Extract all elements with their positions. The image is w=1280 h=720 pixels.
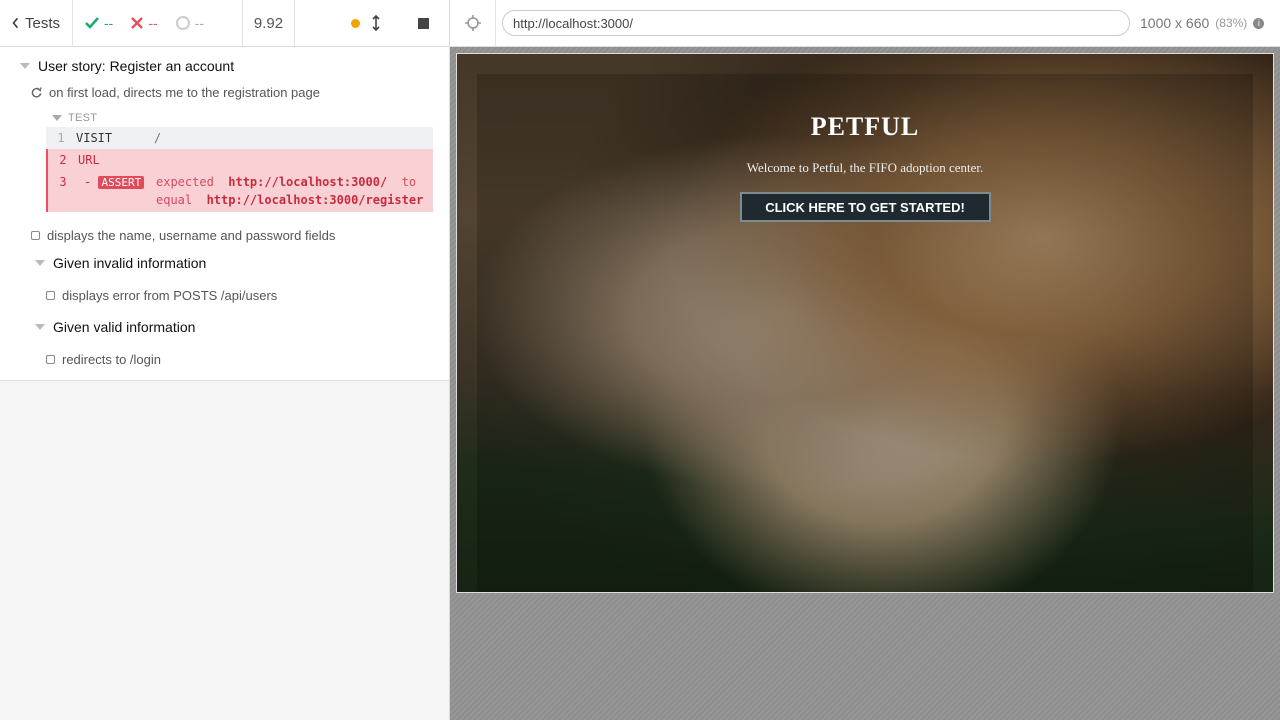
failed-stat: -- [131,15,158,31]
hero-section: PETFUL Welcome to Petful, the FIFO adopt… [457,112,1273,222]
test-redirect-login[interactable]: redirects to /login [0,346,449,372]
info-icon[interactable]: i [1253,17,1265,29]
pending-stat: -- [175,15,204,31]
refresh-icon [31,86,42,97]
aut-container: PETFUL Welcome to Petful, the FIFO adopt… [450,47,1280,720]
chevron-left-icon [12,17,19,29]
reporter-panel: Tests -- -- -- 9.92 User story: Register… [0,0,450,720]
back-to-tests-button[interactable]: Tests [0,0,73,46]
x-icon [131,17,144,29]
command-url[interactable]: 2 URL [46,149,433,171]
command-log: TEST 1 VISIT / 2 URL 3 - ASSERT expected… [46,109,433,212]
app-title: PETFUL [810,112,920,141]
test-status-checkbox [46,354,55,364]
get-started-button[interactable]: CLICK HERE TO GET STARTED! [739,192,991,222]
url-field[interactable]: http://localhost:3000/ [502,10,1130,36]
controls [295,0,449,46]
test-status-checkbox [46,290,55,300]
viewport-info: 1000 x 660 (83%) i [1140,15,1265,31]
command-assert[interactable]: 3 - ASSERT expected http://localhost:300… [46,171,433,212]
test-first-load[interactable]: on first load, directs me to the registr… [0,79,449,105]
caret-down-icon [35,260,45,266]
running-indicator-icon [351,18,360,28]
selector-playground-button[interactable] [450,0,496,47]
duration: 9.92 [243,0,295,46]
check-icon [85,17,99,29]
runnables-list: User story: Register an account on first… [0,47,449,381]
suite-register[interactable]: User story: Register an account [0,53,449,79]
command-visit[interactable]: 1 VISIT / [46,127,433,149]
test-display-error[interactable]: displays error from POSTS /api/users [0,282,449,308]
crosshair-icon [464,15,481,31]
test-status-checkbox [31,230,40,240]
assert-message: expected http://localhost:3000/ to equal… [156,175,424,207]
stop-button[interactable] [418,17,429,29]
back-label: Tests [24,14,60,32]
test-display-fields[interactable]: displays the name, username and password… [0,222,449,248]
app-subtitle: Welcome to Petful, the FIFO adoption cen… [746,160,984,175]
caret-down-icon [20,63,30,69]
caret-down-icon [52,115,62,121]
stats: -- -- -- [73,0,243,46]
app-iframe: PETFUL Welcome to Petful, the FIFO adopt… [456,53,1274,593]
test-section-label[interactable]: TEST [46,109,433,127]
passed-stat: -- [85,15,113,31]
auto-scroll-icon[interactable] [372,15,380,31]
assert-badge: ASSERT [98,176,145,189]
caret-down-icon [35,324,45,330]
suite-valid-info[interactable]: Given valid information [0,314,449,340]
reporter-header: Tests -- -- -- 9.92 [0,0,449,47]
aut-header: http://localhost:3000/ 1000 x 660 (83%) … [450,0,1280,47]
suite-invalid-info[interactable]: Given invalid information [0,250,449,276]
pending-ring-icon [175,16,190,30]
